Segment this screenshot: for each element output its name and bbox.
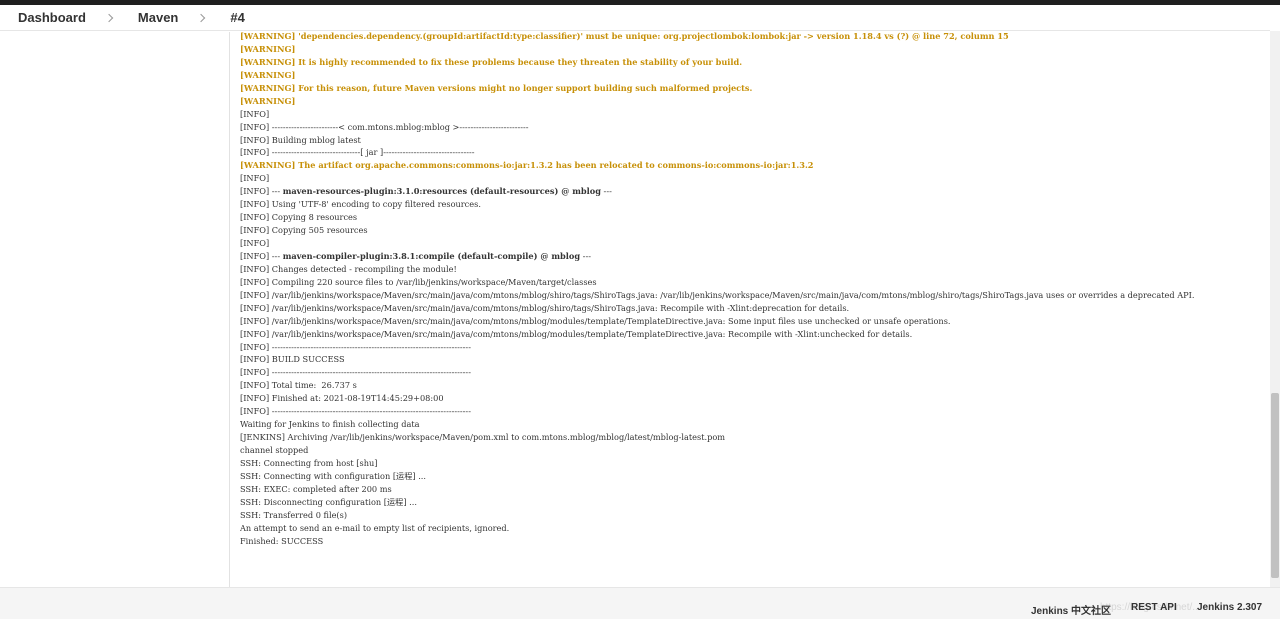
console-line: Waiting for Jenkins to finish collecting…: [240, 419, 420, 430]
console-line: [INFO] --- maven-resources-plugin:3.1.0:…: [240, 185, 1260, 198]
console-output: [WARNING] 'dependencies.dependency.(grou…: [240, 30, 1260, 586]
console-line: [INFO] Changes detected - recompiling th…: [240, 263, 457, 274]
console-line: [WARNING]: [240, 69, 296, 80]
chevron-right-icon: [197, 13, 206, 22]
breadcrumb: Dashboard Maven #4: [0, 5, 1270, 31]
console-line: SSH: Transferred 0 file(s): [240, 509, 348, 520]
footer-version-link[interactable]: Jenkins 2.307: [1197, 602, 1262, 613]
console-line: [INFO] ------------------------< com.mto…: [240, 121, 529, 132]
console-line-suffix: ---: [600, 186, 612, 197]
console-line: [INFO] Building mblog latest: [240, 134, 361, 145]
console-line: [INFO] Compiling 220 source files to /va…: [240, 276, 597, 287]
scrollbar-thumb[interactable]: [1271, 393, 1279, 578]
console-line: [INFO] Copying 8 resources: [240, 212, 358, 223]
console-line: SSH: Connecting with configuration [运程] …: [240, 470, 427, 481]
console-line: [WARNING]: [240, 95, 296, 106]
console-line: [WARNING] For this reason, future Maven …: [240, 82, 753, 93]
console-line: [INFO] --- maven-compiler-plugin:3.8.1:c…: [240, 250, 1260, 263]
console-line: [INFO]: [240, 238, 270, 248]
console-line: [WARNING] 'dependencies.dependency.(grou…: [240, 31, 1009, 41]
console-line: SSH: Disconnecting configuration [运程] ..…: [240, 496, 417, 507]
chevron-right-icon: [104, 13, 114, 22]
console-line: [WARNING]: [240, 43, 296, 54]
console-line: channel stopped: [240, 445, 309, 456]
side-panel: [0, 32, 230, 587]
console-line: [INFO] Using 'UTF-8' encoding to copy fi…: [240, 199, 481, 210]
console-line: SSH: EXEC: completed after 200 ms: [240, 483, 392, 494]
console-line-plugin: maven-compiler-plugin:3.8.1:compile (def…: [282, 250, 581, 261]
console-line: SSH: Connecting from host [shu]: [240, 457, 378, 468]
console-line: [WARNING] It is highly recommended to fi…: [240, 56, 743, 67]
console-line: [INFO] /var/lib/jenkins/workspace/Maven/…: [240, 302, 850, 313]
breadcrumb-maven[interactable]: Maven: [138, 10, 178, 25]
console-line: [INFO] BUILD SUCCESS: [240, 354, 345, 365]
console-line-suffix: ---: [580, 250, 591, 261]
console-line: [INFO]: [240, 173, 270, 184]
console-line-prefix: [INFO] ---: [240, 186, 283, 197]
breadcrumb-dashboard[interactable]: Dashboard: [18, 10, 86, 25]
console-line: An attempt to send an e-mail to empty li…: [240, 522, 510, 533]
console-line: [INFO] /var/lib/jenkins/workspace/Maven/…: [240, 315, 951, 326]
console-line: [INFO]: [240, 108, 270, 119]
breadcrumb-build-number[interactable]: #4: [230, 10, 244, 25]
console-line: [INFO] ---------------------------------…: [240, 341, 471, 352]
console-line: [JENKINS] Archiving /var/lib/jenkins/wor…: [240, 432, 726, 443]
console-line: [INFO] /var/lib/jenkins/workspace/Maven/…: [240, 289, 1195, 300]
console-line: [INFO] Copying 505 resources: [240, 225, 368, 236]
page-footer: https://blog.csdn.net/... Jenkins 中文社区 R…: [0, 587, 1280, 619]
console-line-prefix: [INFO] ---: [240, 250, 283, 261]
footer-community-link[interactable]: Jenkins 中文社区: [1031, 602, 1111, 617]
console-line: [INFO] Total time: 26.737 s: [240, 380, 357, 391]
console-line: [INFO] /var/lib/jenkins/workspace/Maven/…: [240, 328, 913, 339]
footer-rest-api-link[interactable]: REST API: [1131, 602, 1177, 613]
console-line: Finished: SUCCESS: [240, 535, 324, 546]
console-line: [WARNING] The artifact org.apache.common…: [240, 160, 814, 171]
console-line: [INFO] ---------------------------------…: [240, 406, 471, 417]
console-line: [INFO] --------------------------------[…: [240, 147, 475, 158]
console-line: [INFO] Finished at: 2021-08-19T14:45:29+…: [240, 393, 444, 404]
console-line: [INFO] ---------------------------------…: [240, 367, 471, 378]
console-line-plugin: maven-resources-plugin:3.1.0:resources (…: [282, 186, 601, 197]
